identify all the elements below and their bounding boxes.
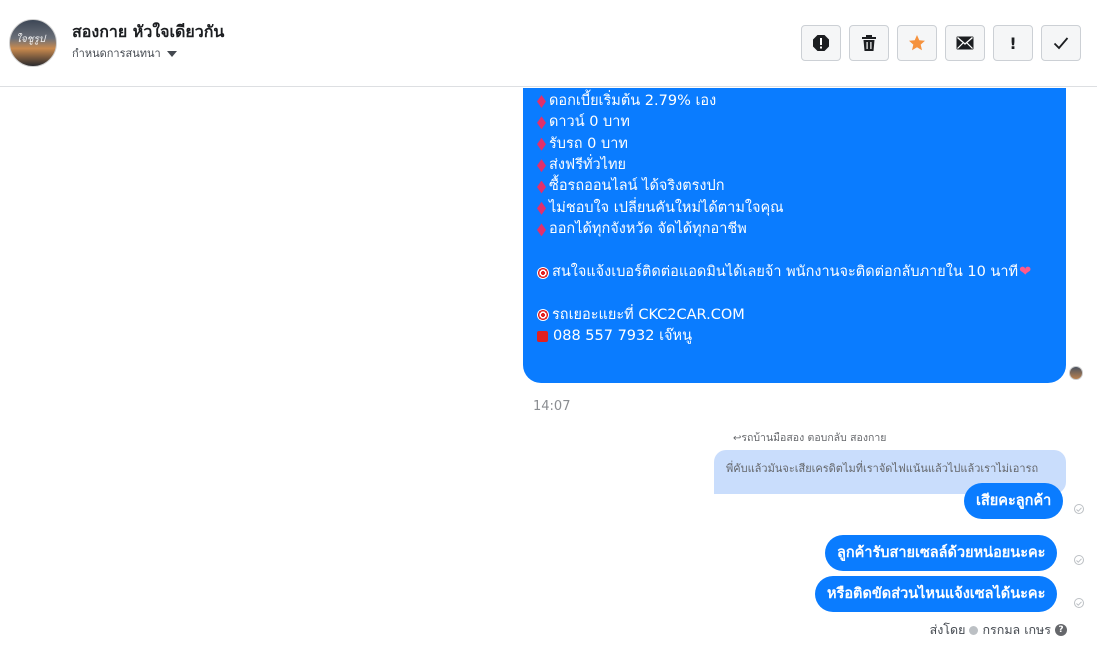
message-line: สนใจแจ้งเบอร์ติดต่อแอดมินได้เลยจ้า พนักง… <box>537 262 1052 283</box>
spam-button[interactable]: ! <box>993 25 1033 61</box>
message-line: 088 557 7932 เจ๊หนู <box>537 326 1052 347</box>
assign-conversation-dropdown[interactable]: กำหนดการสนทนา <box>72 44 177 62</box>
diamond-icon <box>537 159 546 173</box>
caret-down-icon <box>166 50 177 57</box>
sent-by-label: ส่งโดย <box>929 622 966 637</box>
action-toolbar: ! <box>801 25 1081 61</box>
message-line: ดาวน์ 0 บาท <box>537 112 1052 133</box>
message-line: รับรถ 0 บาท <box>537 134 1052 155</box>
diamond-icon <box>537 180 546 194</box>
message-line: ดอกเบี้ยเริ่มต้น 2.79% เอง <box>537 91 1052 112</box>
sent-by-info: ส่งโดย กรกมล เกษร ? <box>930 620 1067 640</box>
checkmark-icon <box>1053 37 1069 50</box>
page-title[interactable]: สองกาย หัวใจเดียวกัน <box>72 20 224 45</box>
outgoing-message-1[interactable]: เสียคะลูกค้า <box>964 483 1064 519</box>
reply-context: ↩รถบ้านมือสอง ตอบกลับ สองกาย <box>733 429 886 446</box>
diamond-icon <box>537 201 546 215</box>
reply-hint-text: รถบ้านมือสอง ตอบกลับ สองกาย <box>741 432 887 444</box>
target-icon <box>537 309 549 322</box>
message-timestamp: 14:07 <box>533 399 571 414</box>
delivered-check-icon <box>1074 504 1084 514</box>
star-button[interactable] <box>897 25 937 61</box>
verified-icon <box>969 625 979 635</box>
envelope-icon <box>956 36 974 50</box>
assign-label: กำหนดการสนทนา <box>72 47 161 60</box>
target-icon <box>537 266 549 279</box>
avatar-signature: ใจชูรูป <box>16 34 46 45</box>
conversation-header: ใจชูรูป สองกาย หัวใจเดียวกัน กำหนดการสนท… <box>0 0 1097 87</box>
report-button[interactable] <box>801 25 841 61</box>
delete-button[interactable] <box>849 25 889 61</box>
phone-icon <box>537 331 548 343</box>
diamond-icon <box>537 137 546 151</box>
message-line-text: ไม่ชอบใจ เปลี่ยนคันใหม่ได้ตามใจคุณ <box>549 199 784 216</box>
mark-done-button[interactable] <box>1041 25 1081 61</box>
email-button[interactable] <box>945 25 985 61</box>
message-line-text: ดอกเบี้ยเริ่มต้น 2.79% เอง <box>549 92 717 109</box>
message-line-text: รถเยอะแยะที่ CKC2CAR.COM <box>552 306 745 323</box>
message-line-text: ดาวน์ 0 บาท <box>549 114 630 131</box>
message-line: ไม่ชอบใจ เปลี่ยนคันใหม่ได้ตามใจคุณ <box>537 198 1052 219</box>
diamond-icon <box>537 223 546 237</box>
message-line-text: ออกได้ทุกจังหวัด จัดได้ทุกอาชีพ <box>549 221 747 238</box>
trash-icon <box>862 35 876 51</box>
help-icon[interactable]: ? <box>1055 624 1067 636</box>
outgoing-message-2[interactable]: ลูกค้ารับสายเซลล์ด้วยหน่อยนะคะ <box>825 535 1058 571</box>
diamond-icon <box>537 94 546 108</box>
message-line: ซื้อรถออนไลน์ ได้จริงตรงปก <box>537 176 1052 197</box>
alert-octagon-icon <box>813 35 829 51</box>
message-line-text: สนใจแจ้งเบอร์ติดต่อแอดมินได้เลยจ้า พนักง… <box>552 263 1019 280</box>
page-avatar[interactable]: ใจชูรูป <box>9 19 57 67</box>
message-line: ส่งฟรีทั่วไทย <box>537 155 1052 176</box>
star-icon <box>909 35 925 51</box>
message-thread[interactable]: ผ่อนสั้น 3 6เดือน ดอกเบี้ย 0% นาน 6-12เด… <box>0 88 1097 655</box>
exclamation-icon: ! <box>1009 33 1017 53</box>
message-line-text: 088 557 7932 เจ๊หนู <box>553 328 693 345</box>
delivered-check-icon <box>1074 555 1084 565</box>
message-line: ออกได้ทุกจังหวัด จัดได้ทุกอาชีพ <box>537 219 1052 240</box>
message-line-text: ซื้อรถออนไลน์ ได้จริงตรงปก <box>549 178 725 195</box>
outgoing-message-3[interactable]: หรือติดขัดส่วนไหนแจ้งเซลได้นะคะ <box>815 576 1058 612</box>
message-line-text: รับรถ 0 บาท <box>549 135 628 152</box>
heart-icon: ❤ <box>1019 263 1032 280</box>
incoming-message-bubble[interactable]: ผ่อนสั้น 3 6เดือน ดอกเบี้ย 0% นาน 6-12เด… <box>523 88 1066 383</box>
message-line: รถเยอะแยะที่ CKC2CAR.COM <box>537 305 1052 326</box>
message-line-text: ส่งฟรีทั่วไทย <box>549 156 627 173</box>
delivered-check-icon <box>1074 598 1084 608</box>
seen-avatar <box>1069 366 1083 380</box>
diamond-icon <box>537 116 546 130</box>
sender-name[interactable]: กรกมล เกษร <box>982 620 1051 640</box>
